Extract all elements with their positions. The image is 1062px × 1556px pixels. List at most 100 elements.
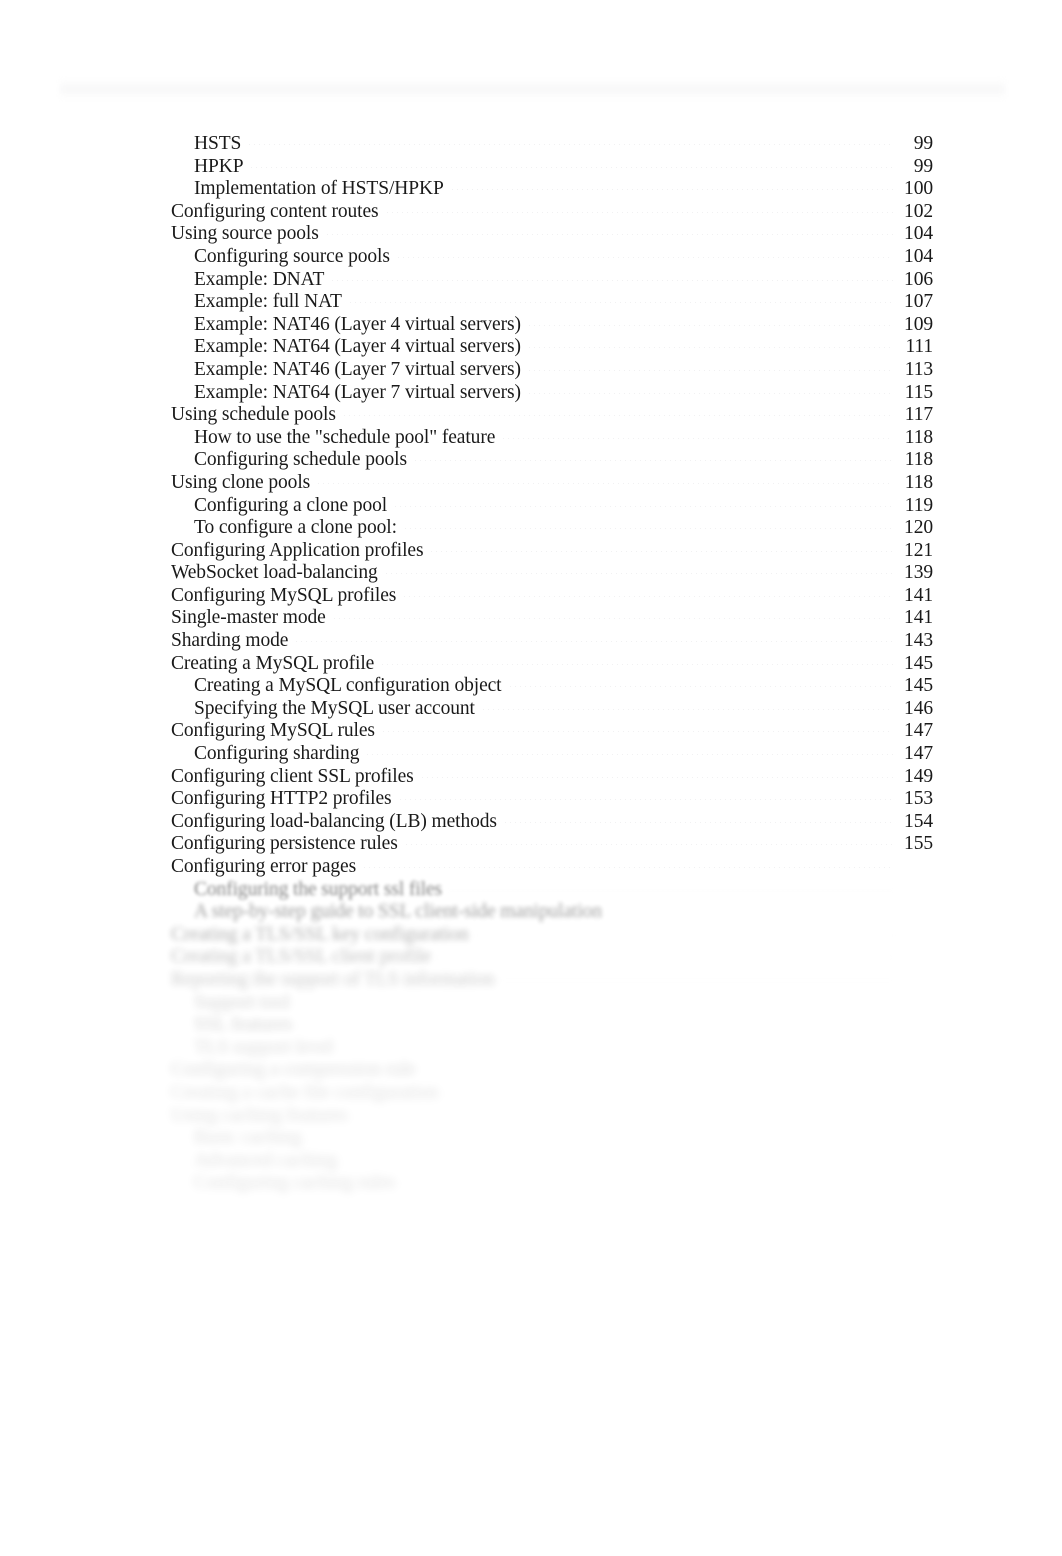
toc-entry[interactable]: Configuring a compression rule <box>171 1059 933 1082</box>
toc-entry[interactable]: Basic caching <box>171 1127 933 1150</box>
toc-entry[interactable]: Using source pools 104 <box>171 223 933 246</box>
toc-entry[interactable]: How to use the "schedule pool" feature 11… <box>171 427 933 450</box>
toc-entry[interactable]: Using schedule pools 117 <box>171 404 933 427</box>
toc-entry-page-number: 100 <box>904 178 933 200</box>
toc-entry[interactable]: Example: NAT64 (Layer 7 virtual servers)… <box>171 382 933 405</box>
toc-entry-label: To configure a clone pool: <box>194 517 397 539</box>
toc-entry-page-number: 118 <box>904 449 933 471</box>
toc-entry-label: Creating a cache file configuration <box>171 1081 439 1103</box>
toc-entry[interactable]: Creating a MySQL profile 145 <box>171 653 933 676</box>
toc-leader-dots <box>526 324 893 326</box>
toc-leader-dots <box>607 912 893 914</box>
toc-entry-page-number: 154 <box>904 810 933 832</box>
toc-entry[interactable]: Using caching features <box>171 1105 933 1128</box>
toc-entry-page-number: 120 <box>904 517 933 539</box>
toc-entry[interactable]: Configuring the support ssl files <box>171 879 933 902</box>
toc-entry-page-number: 102 <box>904 200 933 222</box>
toc-entry[interactable]: HPKP 99 <box>171 156 933 179</box>
toc-entry-page-number: 146 <box>904 697 933 719</box>
toc-entry[interactable]: Configuring a clone pool 119 <box>171 495 933 518</box>
toc-entry[interactable]: Example: full NAT 107 <box>171 291 933 314</box>
toc-entry-page-number: 111 <box>905 336 933 358</box>
toc-entry[interactable]: Implementation of HSTS/HPKP 100 <box>171 178 933 201</box>
toc-entry[interactable]: Configuring HTTP2 profiles 153 <box>171 788 933 811</box>
toc-entry[interactable]: Configuring persistence rules 155 <box>171 833 933 856</box>
toc-entry[interactable]: HSTS 99 <box>171 133 933 156</box>
toc-leader-dots <box>316 482 893 484</box>
toc-entry[interactable]: To configure a clone pool: 120 <box>171 517 933 540</box>
toc-leader-dots <box>449 189 893 191</box>
toc-entry[interactable]: Advanced caching <box>171 1150 933 1173</box>
toc-entry[interactable]: Creating a TLS/SSL key configuration <box>171 924 933 947</box>
running-header-band <box>60 78 1005 100</box>
toc-entry-label: Example: DNAT <box>194 268 325 290</box>
toc-entry[interactable]: Example: NAT64 (Layer 4 virtual servers)… <box>171 336 933 359</box>
toc-entry-label: Creating a MySQL profile <box>171 652 375 674</box>
toc-entry[interactable]: Configuring source pools 104 <box>171 246 933 269</box>
toc-entry[interactable]: Configuring MySQL rules 147 <box>171 720 933 743</box>
toc-entry[interactable]: A step-by-step guide to SSL client-side … <box>171 901 933 924</box>
table-of-contents: HSTS 99 HPKP 99 Implementation of HSTS/HPKP 1… <box>171 133 933 1195</box>
toc-entry-page-number: 113 <box>904 358 933 380</box>
toc-entry-label: Example: NAT46 (Layer 4 virtual servers) <box>194 313 521 335</box>
toc-entry[interactable]: Configuring Application profiles 121 <box>171 540 933 563</box>
toc-entry[interactable]: Configuring schedule pools 118 <box>171 449 933 472</box>
toc-entry[interactable]: Configuring load-balancing (LB) methods 1… <box>171 811 933 834</box>
toc-leader-dots <box>436 957 893 959</box>
toc-entry-label: Basic caching <box>194 1127 302 1149</box>
toc-entry[interactable]: Creating a MySQL configuration object 145 <box>171 675 933 698</box>
toc-leader-dots <box>421 1070 893 1072</box>
toc-entry-label: Configuring caching rules <box>194 1172 396 1194</box>
toc-leader-dots <box>331 618 893 620</box>
toc-leader-dots <box>501 437 893 439</box>
toc-entry[interactable]: Specifying the MySQL user account 146 <box>171 698 933 721</box>
toc-leader-dots <box>480 708 893 710</box>
toc-leader-dots <box>507 686 893 688</box>
toc-leader-dots <box>307 1138 893 1140</box>
toc-entry[interactable]: Configuring client SSL profiles 149 <box>171 766 933 789</box>
toc-entry-label: Example: NAT46 (Layer 7 virtual servers) <box>194 358 521 380</box>
toc-entry[interactable]: TLS support level <box>171 1037 933 1060</box>
toc-entry-label: Configuring a clone pool <box>194 494 388 516</box>
toc-entry[interactable]: SSL features <box>171 1014 933 1037</box>
toc-entry[interactable]: Configuring sharding 147 <box>171 743 933 766</box>
toc-entry[interactable]: Example: DNAT 106 <box>171 269 933 292</box>
toc-entry-label: Using source pools <box>171 223 319 245</box>
toc-entry-label: A step-by-step guide to SSL client-side … <box>194 901 602 923</box>
toc-entry-page-number: 117 <box>904 404 933 426</box>
toc-entry[interactable]: Using clone pools 118 <box>171 472 933 495</box>
toc-entry-label: Configuring MySQL rules <box>171 720 375 742</box>
toc-leader-dots <box>444 1092 893 1094</box>
toc-leader-dots <box>353 1115 893 1117</box>
toc-entry-label: Creating a TLS/SSL client profile <box>171 946 431 968</box>
toc-entry[interactable]: Configuring caching rules <box>171 1172 933 1195</box>
toc-entry[interactable]: Configuring error pages <box>171 856 933 879</box>
toc-entry[interactable]: Configuring MySQL profiles 141 <box>171 585 933 608</box>
toc-entry[interactable]: Support tool <box>171 992 933 1015</box>
toc-entry-page-number: 119 <box>904 494 933 516</box>
toc-entry-label: Configuring the support ssl files <box>194 878 443 900</box>
toc-entry[interactable]: Configuring content routes 102 <box>171 201 933 224</box>
toc-leader-dots <box>403 844 893 846</box>
toc-entry-page-number: 147 <box>904 743 933 765</box>
toc-entry-label: Configuring MySQL profiles <box>171 584 397 606</box>
toc-entry[interactable]: Example: NAT46 (Layer 7 virtual servers)… <box>171 359 933 382</box>
toc-entry-label: Using caching features <box>171 1104 348 1126</box>
toc-entry-label: Creating a MySQL configuration object <box>194 675 502 697</box>
toc-entry[interactable]: Sharding mode 143 <box>171 630 933 653</box>
toc-leader-dots <box>342 1160 893 1162</box>
toc-entry[interactable]: Single-master mode 141 <box>171 607 933 630</box>
toc-leader-dots <box>401 1183 893 1185</box>
toc-leader-dots <box>419 776 893 778</box>
toc-leader-dots <box>324 234 893 236</box>
toc-entry-label: Reporting the support of TLS information <box>171 968 495 990</box>
toc-entry[interactable]: Creating a cache file configuration <box>171 1082 933 1105</box>
toc-entry-label: Configuring source pools <box>194 245 390 267</box>
toc-entry[interactable]: Reporting the support of TLS information <box>171 969 933 992</box>
toc-leader-dots <box>526 369 893 371</box>
toc-entry[interactable]: WebSocket load-balancing 139 <box>171 562 933 585</box>
toc-entry[interactable]: Creating a TLS/SSL client profile <box>171 946 933 969</box>
toc-entry-label: Using schedule pools <box>171 404 336 426</box>
toc-entry[interactable]: Example: NAT46 (Layer 4 virtual servers)… <box>171 314 933 337</box>
toc-leader-dots <box>249 166 893 168</box>
